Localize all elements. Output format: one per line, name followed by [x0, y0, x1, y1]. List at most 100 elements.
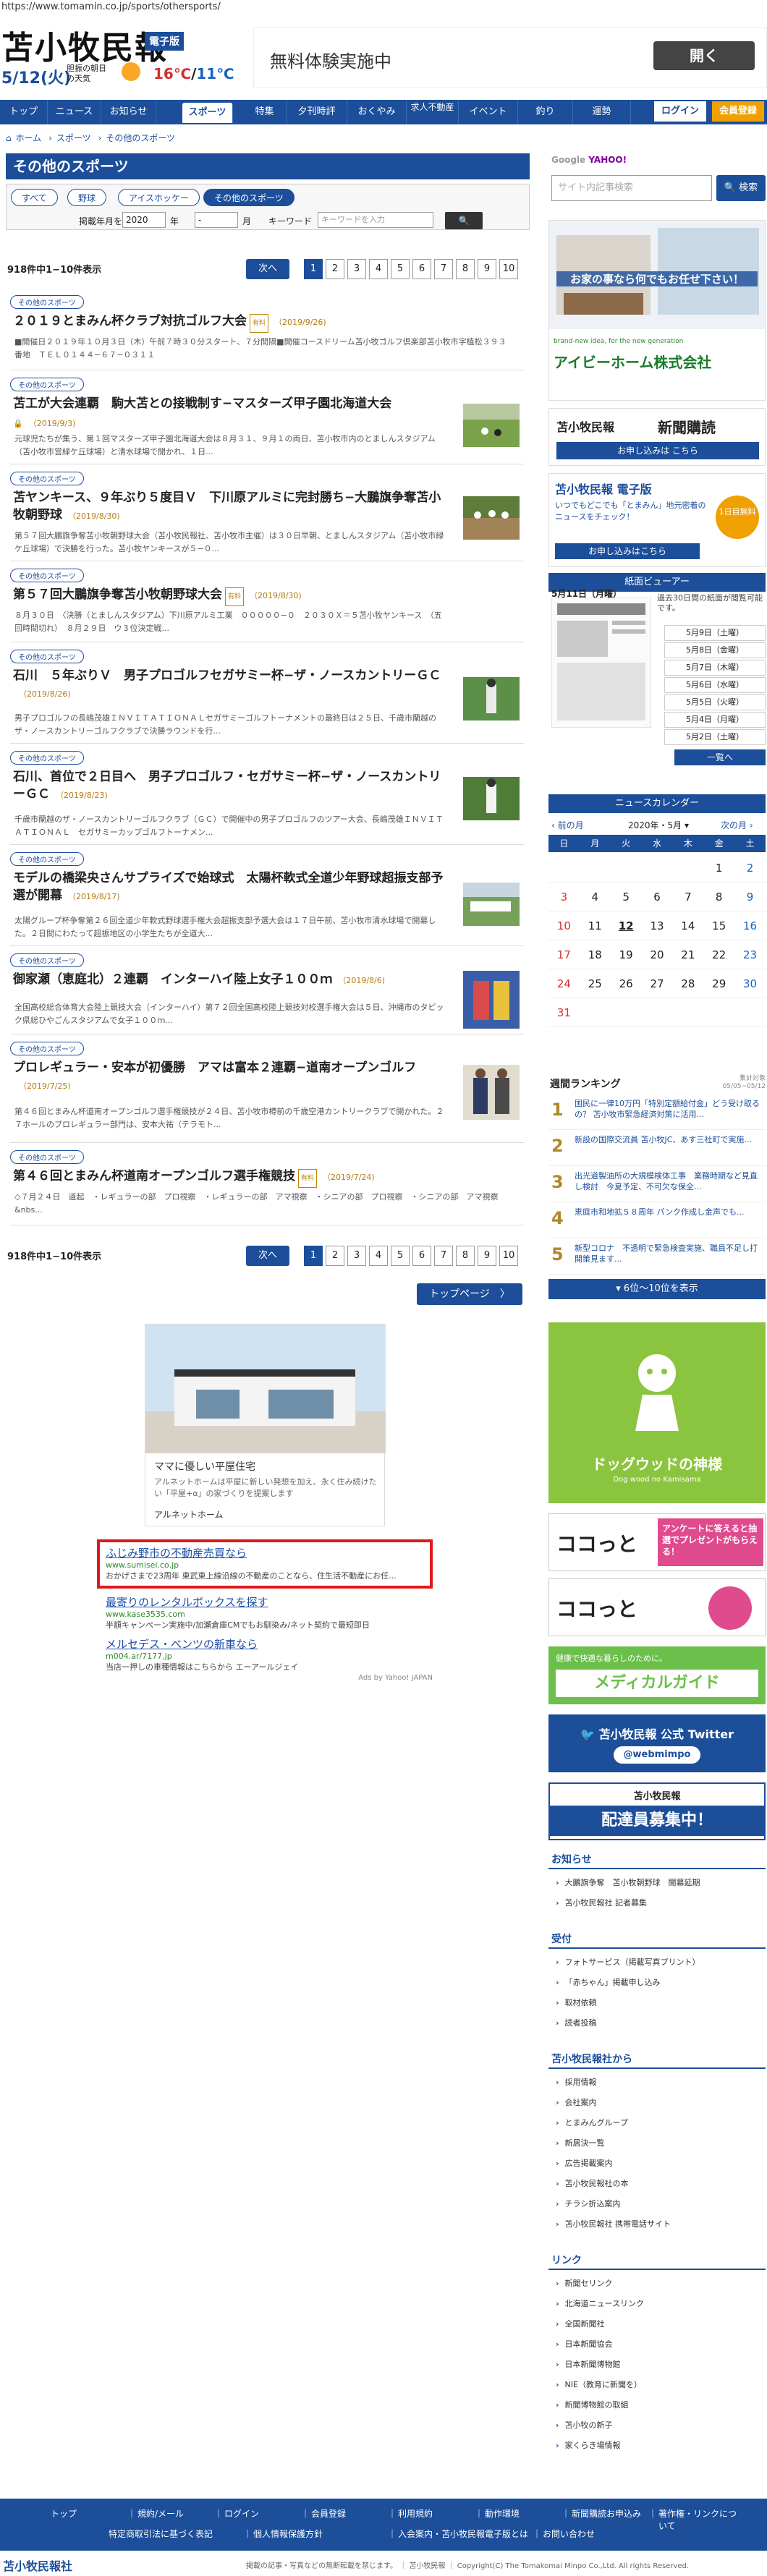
page-10[interactable]: 10	[499, 1246, 518, 1266]
article-thumbnail[interactable]	[463, 1065, 520, 1120]
cal-prev[interactable]: ‹ 前の月	[551, 819, 584, 831]
nav-obituary[interactable]: おくやみ	[347, 100, 407, 124]
article-title[interactable]: 第５７回大鵬旗争奪苫小牧朝野球大会 有料 （2019/8/30)	[13, 586, 302, 606]
ranking-item[interactable]: 5 新型コロナ 不透明で緊急検査実施、職員不足し打開策見ます...	[548, 1240, 766, 1275]
site-search-input[interactable]: サイト内記事検索	[551, 175, 712, 201]
footer-link[interactable]: 利用規約	[398, 2507, 433, 2520]
sidebar-link[interactable]: 新聞博物館の取組	[556, 2399, 629, 2410]
calendar-day[interactable]: 5	[610, 883, 642, 911]
sidebar-link[interactable]: 苫小牧民報社の本	[556, 2177, 629, 2189]
cal-next[interactable]: 次の月 ›	[721, 819, 753, 831]
sidebar-link[interactable]: NIE（教育に新聞を）	[556, 2379, 642, 2390]
sidebar-link[interactable]: 読者投稿	[556, 2017, 597, 2028]
footer-link[interactable]: 個人情報保護方針	[253, 2528, 323, 2540]
sidebar-link[interactable]: 採用情報	[556, 2076, 597, 2088]
ya-ad-title[interactable]: メルセデス・ベンツの新車なら	[106, 1636, 298, 1652]
sidebar-link[interactable]: 北海道ニュースリンク	[556, 2297, 644, 2309]
nav-info[interactable]: お知らせ	[101, 100, 156, 124]
page-5[interactable]: 5	[391, 1246, 410, 1266]
next-button[interactable]: 次へ	[246, 1246, 289, 1266]
calendar-day[interactable]: 21	[672, 940, 704, 969]
sidebar-link[interactable]: 広告掲載案内	[556, 2157, 613, 2169]
ranking-item[interactable]: 2 新設の国際交流員 苫小牧JC、あす三社町で実施...	[548, 1131, 766, 1166]
article-title[interactable]: 第４６回とまみん杯道南オープンゴルフ選手権競技 有料 （2019/7/24)	[13, 1168, 375, 1188]
page-6[interactable]: 6	[412, 1246, 431, 1266]
sidebar-link[interactable]: 家くらき場情報	[556, 2439, 621, 2451]
calendar-day[interactable]: 2	[734, 854, 766, 883]
page-8[interactable]: 8	[456, 1246, 475, 1266]
page-1[interactable]: 1	[304, 259, 323, 279]
keyword-input[interactable]: キーワードを入力	[318, 212, 433, 228]
nav-jobs[interactable]: 求人不動産	[407, 100, 459, 124]
footer-link[interactable]: 規約/メール	[137, 2507, 184, 2520]
login-button[interactable]: ログイン	[654, 101, 706, 122]
article-item[interactable]: その他のスポーツ プロレギュラー・安本が初優勝 アマは富本２連覇−道南オープンゴ…	[10, 1042, 524, 1143]
footer-link[interactable]: トップ	[51, 2507, 77, 2520]
ya-ad-title[interactable]: ふじみ野市の不動産売買なら	[106, 1545, 397, 1560]
article-thumbnail[interactable]	[463, 677, 520, 720]
calendar-day[interactable]: 31	[548, 998, 580, 1027]
ad-dogwood[interactable]: ドッグウッドの神様 Dog wood no Kamisama	[548, 1322, 766, 1503]
article-item[interactable]: その他のスポーツ 第４６回とまみん杯道南オープンゴルフ選手権競技 有料 （2019/…	[10, 1150, 524, 1225]
sidebar-link[interactable]: 日本新聞博物館	[556, 2358, 621, 2370]
sidebar-link[interactable]: 新聞セリンク	[556, 2277, 613, 2289]
digital-box[interactable]: 苫小牧民報 電子版 いつでもどこでも「とまみん」地元密着のニュースをチェック！ …	[548, 473, 766, 567]
nav-features[interactable]: 特集	[243, 100, 287, 124]
footer-link[interactable]: ログイン	[224, 2507, 259, 2520]
breadcrumb-home[interactable]: ホーム	[16, 133, 42, 143]
calendar-day[interactable]: 4	[579, 883, 611, 911]
tab-other-sports[interactable]: その他のスポーツ	[203, 189, 294, 206]
ranking-item[interactable]: 4 恵庭市和地拡５８周年 パンク作成し金声でも...	[548, 1204, 766, 1238]
calendar-day[interactable]: 13	[641, 911, 673, 940]
article-title[interactable]: ２０１９とまみん杯クラブ対抗ゴルフ大会 有料 （2019/9/26)	[13, 313, 326, 333]
article-title[interactable]: 石川 ５年ぶりＶ 男子プロゴルフセガサミー杯−ザ・ノースカントリーＧＣ （2019…	[13, 667, 447, 703]
ad-house[interactable]: ママに優しい平屋住宅 アルネットホームは平屋に新しい発想を加え、永く住み続けたい…	[145, 1324, 386, 1526]
page-1[interactable]: 1	[304, 1246, 323, 1266]
footer-link[interactable]: お問い合わせ	[543, 2528, 595, 2540]
calendar-day[interactable]: 19	[610, 940, 642, 969]
footer-link[interactable]: 新聞購読お申込み	[572, 2507, 641, 2520]
article-item[interactable]: その他のスポーツ 第５７回大鵬旗争奪苫小牧朝野球大会 有料 （2019/8/30) …	[10, 569, 524, 642]
page-3[interactable]: 3	[347, 259, 366, 279]
article-item[interactable]: その他のスポーツ 御家瀬（恵庭北）２連覇 インターハイ陸上女子１００ｍ （2019…	[10, 953, 524, 1034]
calendar-day[interactable]: 24	[548, 969, 580, 998]
viewer-date-item[interactable]: 5月8日（金曜）	[664, 642, 766, 658]
page-4[interactable]: 4	[369, 1246, 388, 1266]
calendar-day[interactable]: 12	[610, 911, 642, 940]
footer-link[interactable]: 特定商取引法に基づく表記	[109, 2528, 213, 2540]
ya-ad-1[interactable]: ふじみ野市の不動産売買なら www.sumisei.co.jp おかげさまで23周年…	[106, 1545, 397, 1581]
tab-hockey[interactable]: アイスホッケー	[118, 189, 200, 206]
breadcrumb-sports[interactable]: スポーツ	[56, 133, 91, 143]
viewer-date-item[interactable]: 5月9日（土曜）	[664, 625, 766, 641]
article-item[interactable]: その他のスポーツ モデルの橋梁央さんサプライズで始球式 太陽杯軟式全道少年野球超…	[10, 852, 524, 946]
viewer-date-item[interactable]: 5月5日（火曜）	[664, 694, 766, 710]
ad-kokotto-1[interactable]: ココっと アンケートに答えると抽選でプレゼントがもらえる！	[548, 1513, 766, 1571]
calendar-day[interactable]: 26	[610, 969, 642, 998]
ranking-item[interactable]: 3 出光道製油所の大規模検体工事 業務時期など見直し検討 今夏予定、不可欠な保全.…	[548, 1168, 766, 1202]
digital-link[interactable]: お申し込みはこちら	[555, 543, 700, 559]
register-button[interactable]: 会員登録	[712, 101, 764, 122]
article-thumbnail[interactable]	[463, 404, 520, 447]
viewer-date-item[interactable]: 5月7日（木曜）	[664, 660, 766, 676]
article-item[interactable]: その他のスポーツ 石川、首位で２日目へ 男子プロゴルフ・セガサミー杯−ザ・ノース…	[10, 751, 524, 845]
top-ad[interactable]: 無料体験実施中 開く	[253, 27, 767, 88]
calendar-day[interactable]: 28	[672, 969, 704, 998]
viewer-date-item[interactable]: 5月2日（土曜）	[664, 729, 766, 745]
ya-ad-3[interactable]: メルセデス・ベンツの新車なら m004.ar/7177.jp 当店一押しの車種情報は…	[106, 1636, 298, 1672]
page-3[interactable]: 3	[347, 1246, 366, 1266]
ad-ivy-home[interactable]: お家の事なら何でもお任せ下さい！ brand-new idea, for the…	[548, 220, 766, 401]
page-7[interactable]: 7	[434, 259, 453, 279]
sidebar-link[interactable]: 取材依頼	[556, 1997, 597, 2008]
year-select[interactable]: 2020	[122, 212, 166, 228]
calendar-day[interactable]: 18	[579, 940, 611, 969]
calendar-day[interactable]: 10	[548, 911, 580, 940]
calendar-day[interactable]: 7	[672, 883, 704, 911]
viewer-list-button[interactable]: 一覧へ	[674, 749, 766, 765]
subscribe-box[interactable]: 苫小牧民報 新聞購読 お申し込みは こちら	[548, 408, 766, 466]
nav-top[interactable]: トップ	[0, 100, 48, 124]
calendar-day[interactable]: 22	[703, 940, 735, 969]
recruit-box[interactable]: 苫小牧民報 配達員募集中！	[548, 1782, 766, 1840]
page-9[interactable]: 9	[478, 259, 496, 279]
calendar-day[interactable]: 25	[579, 969, 611, 998]
sidebar-link[interactable]: 苫小牧民報社 携帯電話サイト	[556, 2218, 671, 2229]
